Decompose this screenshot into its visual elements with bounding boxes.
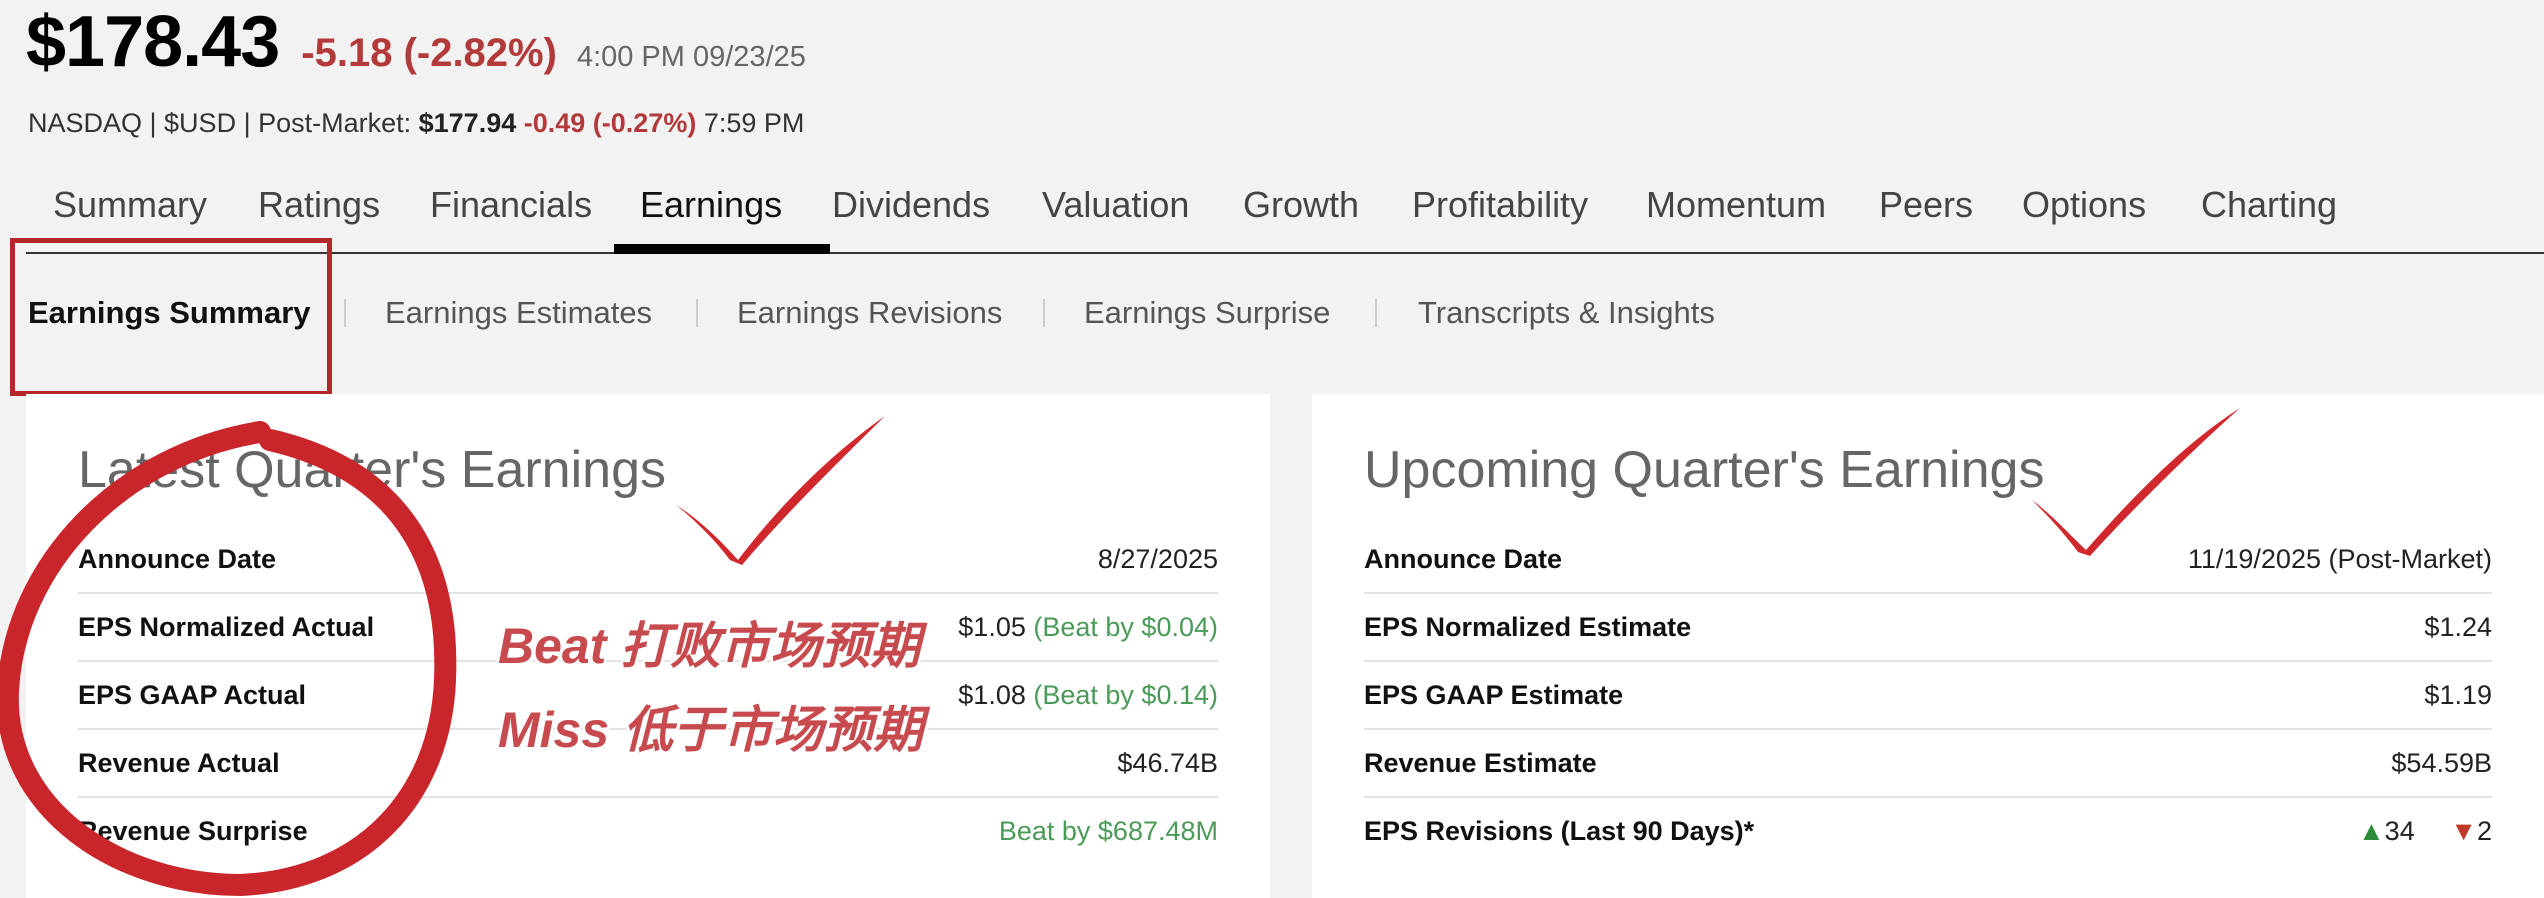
table-row: EPS Normalized Estimate $1.24: [1364, 592, 2492, 662]
post-market-time: 7:59 PM: [703, 108, 805, 138]
price-change: -5.18 (-2.82%): [301, 31, 557, 75]
highlight-rectangle: [10, 238, 332, 396]
subtab-earnings-revisions[interactable]: Earnings Revisions: [737, 295, 1002, 331]
main-tab-bar: Summary Ratings Financials Earnings Divi…: [26, 170, 2544, 254]
row-label: Revenue Actual: [78, 748, 280, 778]
subtab-earnings-estimates[interactable]: Earnings Estimates: [385, 295, 652, 331]
table-row: Announce Date 8/27/2025: [78, 524, 1218, 594]
row-value: Beat by $687.48M: [998, 816, 1218, 846]
row-label: Revenue Estimate: [1364, 748, 1597, 778]
row-label: EPS GAAP Actual: [78, 680, 307, 710]
subtab-divider: [1043, 299, 1045, 327]
stock-price: $178.43: [26, 2, 280, 82]
revisions-up-count: 34: [2384, 816, 2415, 846]
row-label: EPS GAAP Estimate: [1364, 680, 1624, 710]
row-value: 11/19/2025 (Post-Market): [2187, 544, 2492, 574]
table-row: EPS Revisions (Last 90 Days)* ▲34 ▼2: [1364, 796, 2492, 864]
subtab-transcripts-insights[interactable]: Transcripts & Insights: [1418, 295, 1715, 331]
tab-options[interactable]: Options: [2022, 184, 2146, 226]
tab-earnings[interactable]: Earnings: [640, 184, 782, 226]
row-label: Announce Date: [1364, 544, 1563, 574]
row-label: EPS Normalized Actual: [78, 612, 375, 642]
table-row: Announce Date 11/19/2025 (Post-Market): [1364, 524, 2492, 594]
active-tab-indicator: [614, 244, 830, 254]
row-label: Announce Date: [78, 544, 277, 574]
table-row: EPS GAAP Estimate $1.19: [1364, 660, 2492, 730]
subtab-divider: [696, 299, 698, 327]
row-value: $1.08: [958, 680, 1026, 710]
tab-charting[interactable]: Charting: [2201, 184, 2337, 226]
quote-timestamp: 4:00 PM 09/23/25: [576, 41, 806, 73]
row-label: EPS Revisions (Last 90 Days)*: [1364, 816, 1755, 846]
tab-dividends[interactable]: Dividends: [832, 184, 990, 226]
up-arrow-icon: ▲: [2357, 816, 2385, 846]
tab-peers[interactable]: Peers: [1879, 184, 1973, 226]
miss-annotation: Miss 低于市场预期: [498, 702, 924, 758]
tab-financials[interactable]: Financials: [430, 184, 592, 226]
post-market-change: -0.49 (-0.27%): [523, 108, 697, 138]
row-value-group: $1.08 (Beat by $0.14): [958, 680, 1218, 711]
table-row: Revenue Estimate $54.59B: [1364, 728, 2492, 798]
beat-note: (Beat by $0.04): [1033, 612, 1218, 642]
tab-ratings[interactable]: Ratings: [258, 184, 380, 226]
table-row: Revenue Surprise Beat by $687.48M: [78, 796, 1218, 864]
post-market-price: $177.94: [418, 108, 517, 138]
row-value: $1.19: [2424, 680, 2492, 710]
row-label: Revenue Surprise: [78, 816, 308, 846]
revisions-value: ▲34 ▼2: [2358, 816, 2492, 847]
beat-annotation: Beat 打败市场预期: [498, 618, 921, 674]
quote-header: $178.43 -5.18 (-2.82%) 4:00 PM 09/23/25: [26, 0, 806, 90]
row-value-group: $1.05 (Beat by $0.04): [958, 612, 1218, 643]
down-arrow-icon: ▼: [2450, 816, 2477, 846]
beat-note: (Beat by $0.14): [1033, 680, 1218, 710]
tab-profitability[interactable]: Profitability: [1412, 184, 1588, 226]
card-title: Upcoming Quarter's Earnings: [1364, 441, 2045, 499]
card-title: Latest Quarter's Earnings: [78, 441, 666, 499]
row-label: EPS Normalized Estimate: [1364, 612, 1692, 642]
exchange-info: NASDAQ | $USD | Post-Market:: [28, 108, 419, 138]
row-value: $1.24: [2424, 612, 2492, 642]
subtab-earnings-surprise[interactable]: Earnings Surprise: [1084, 295, 1330, 331]
tab-growth[interactable]: Growth: [1243, 184, 1359, 226]
row-value: $1.05: [958, 612, 1026, 642]
market-info: NASDAQ | $USD | Post-Market: $177.94 -0.…: [28, 108, 804, 139]
subtab-divider: [1375, 299, 1377, 327]
row-value: 8/27/2025: [1097, 544, 1218, 574]
upcoming-quarter-card: Upcoming Quarter's Earnings Announce Dat…: [1312, 394, 2544, 898]
tab-valuation[interactable]: Valuation: [1042, 184, 1189, 226]
revisions-down-count: 2: [2476, 816, 2492, 846]
tab-summary[interactable]: Summary: [53, 184, 207, 226]
subtab-divider: [344, 299, 346, 327]
row-value: $54.59B: [2391, 748, 2492, 778]
tab-momentum[interactable]: Momentum: [1646, 184, 1826, 226]
row-value: $46.74B: [1117, 748, 1218, 778]
